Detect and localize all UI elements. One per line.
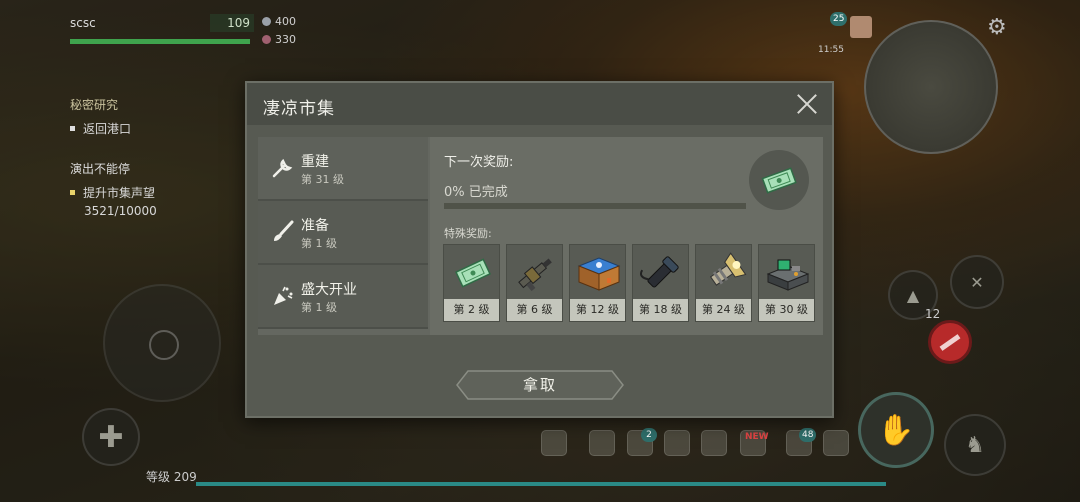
backpack-icon[interactable] (823, 430, 849, 456)
promo-timer: 11:55 (818, 45, 844, 55)
clan-icon[interactable] (541, 430, 567, 456)
reward-level-18[interactable]: 第 18 级 (632, 244, 689, 322)
add-icon[interactable]: ✚ (82, 408, 140, 466)
reward-level-12[interactable]: 第 12 级 (569, 244, 626, 322)
health-bar (70, 39, 250, 44)
bullet-icon (70, 190, 75, 195)
next-reward-ticket-icon[interactable] (749, 150, 809, 210)
new-badge: NEW (745, 432, 769, 442)
eye-icon[interactable] (701, 430, 727, 456)
progress-bar (444, 203, 746, 209)
food-icon (262, 35, 271, 44)
resource-2: 330 (262, 33, 296, 46)
progress-text: 0% 已完成 (444, 185, 508, 200)
mail-badge: 2 (641, 428, 657, 442)
tier-tabs: 重建 第 31 级 准备 第 1 级 盛大开业 第 1 级 (258, 137, 428, 335)
tasks-icon[interactable] (664, 430, 690, 456)
quest-1[interactable]: 秘密研究 返回港口 (70, 96, 131, 137)
player-level: 等级 209 (146, 470, 197, 484)
weapon-slot-icon[interactable]: ✕ (950, 255, 1004, 309)
cancel-action-icon[interactable] (928, 320, 972, 364)
reward-level-6[interactable]: 第 6 级 (506, 244, 563, 322)
reward-level-30[interactable]: 第 30 级 (758, 244, 815, 322)
flashlight-icon (633, 245, 690, 300)
workbench-icon (759, 245, 816, 300)
reward-level-2[interactable]: 第 2 级 (443, 244, 500, 322)
ticket-icon (444, 245, 501, 300)
hand-icon[interactable]: ✋ (858, 392, 934, 468)
dialog-title: 凄凉市集 (263, 99, 335, 119)
brush-icon (270, 219, 296, 245)
take-button[interactable]: 拿取 (456, 370, 624, 400)
xp-bar (196, 482, 886, 486)
journal-badge: 48 (799, 428, 817, 442)
crouch-icon[interactable]: ♞ (944, 414, 1006, 476)
party-popper-icon (270, 283, 296, 309)
market-dialog: 凄凉市集 重建 第 31 级 准备 第 1 级 盛大开业 第 1 级 下一次奖励… (245, 81, 834, 418)
water-icon (262, 17, 271, 26)
player-name: scsc (70, 16, 96, 30)
minimap[interactable] (864, 20, 998, 154)
special-rewards-label: 特殊奖励: (444, 227, 492, 240)
movement-joystick[interactable] (103, 284, 221, 402)
quest-2[interactable]: 演出不能停 提升市集声望 3521/10000 (70, 160, 157, 218)
grenade-launcher-icon (507, 245, 564, 300)
next-reward-label: 下一次奖励: (444, 155, 514, 170)
wrench-icon (270, 155, 296, 181)
ammo-count: 12 (925, 307, 941, 321)
spotlight-icon (696, 245, 753, 300)
bullet-icon (70, 126, 75, 131)
dialog-body: 重建 第 31 级 准备 第 1 级 盛大开业 第 1 级 下一次奖励: 0% … (258, 137, 823, 335)
tab-prepare[interactable]: 准备 第 1 级 (258, 201, 428, 265)
dialog-header: 凄凉市集 (247, 83, 832, 125)
reward-panel: 下一次奖励: 0% 已完成 特殊奖励: 第 2 级 第 6 级 第 12 级 第… (430, 137, 823, 335)
close-icon[interactable] (790, 87, 824, 121)
health-value: 109 (210, 14, 254, 32)
resource-1: 400 (262, 15, 296, 28)
blue-crate-icon (570, 245, 627, 300)
tab-grand-opening[interactable]: 盛大开业 第 1 级 (258, 265, 428, 329)
tab-rebuild[interactable]: 重建 第 31 级 (258, 137, 428, 201)
shop-icon[interactable] (589, 430, 615, 456)
gear-icon[interactable]: ⚙ (987, 15, 1007, 40)
reward-level-24[interactable]: 第 24 级 (695, 244, 752, 322)
promo-badge: 25 (830, 12, 848, 26)
special-rewards-list: 第 2 级 第 6 级 第 12 级 第 18 级 第 24 级 第 30 级 (443, 244, 815, 322)
gift-icon[interactable] (850, 16, 872, 38)
